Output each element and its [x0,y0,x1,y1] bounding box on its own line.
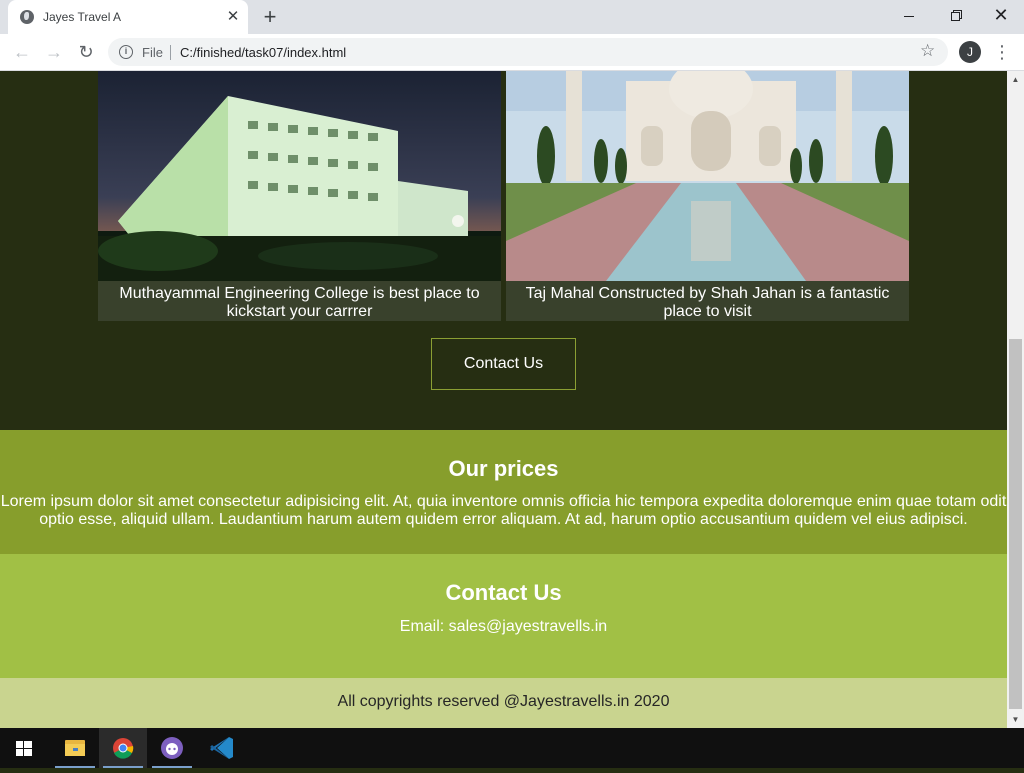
tab-title: Jayes Travel A [43,10,122,24]
profile-avatar[interactable]: J [959,41,981,63]
browser-tab-strip: Jayes Travel A ✕ + ✕ [0,0,1024,34]
prices-section: Our prices Lorem ipsum dolor sit amet co… [0,430,1007,554]
github-desktop-icon[interactable] [148,728,196,768]
browser-toolbar: ← → ↻ i File C:/finished/task07/index.ht… [0,34,1024,71]
address-bar[interactable]: i File C:/finished/task07/index.html ☆ [108,38,948,66]
contact-us-button[interactable]: Contact Us [431,338,576,390]
page-footer: All copyrights reserved @Jayestravells.i… [0,678,1007,728]
scroll-down-arrow-icon[interactable]: ▼ [1007,711,1024,728]
contact-heading: Contact Us [445,580,562,605]
vertical-scrollbar[interactable]: ▲ ▼ [1007,71,1024,728]
omnibox-divider [170,45,171,60]
gallery-caption: Taj Mahal Constructed by Shah Jahan is a… [525,285,890,320]
more-menu-icon[interactable]: ⋮ [993,41,1011,63]
contact-email: Email: sales@jayestravells.in [399,618,608,635]
scrollbar-thumb[interactable] [1009,339,1022,709]
new-tab-button[interactable]: + [258,5,282,29]
reload-button[interactable]: ↻ [74,40,98,64]
gallery-section: Muthayammal Engineering College is best … [0,71,1007,430]
minimize-icon [904,15,914,17]
minimize-button[interactable] [886,0,932,30]
restore-icon [950,11,960,21]
back-button[interactable]: ← [10,40,34,64]
vscode-icon[interactable] [198,728,246,768]
page-viewport: Muthayammal Engineering College is best … [0,71,1007,728]
windows-taskbar [0,728,1024,768]
url-text[interactable]: C:/finished/task07/index.html [180,45,346,60]
browser-tab[interactable]: Jayes Travel A ✕ [8,0,248,34]
college-photo [98,71,501,281]
file-scheme-label: File [142,45,163,60]
prices-heading: Our prices [448,456,559,481]
bookmark-star-icon[interactable]: ☆ [920,41,935,61]
globe-icon [20,10,34,24]
gallery-caption: Muthayammal Engineering College is best … [119,285,480,320]
scroll-up-arrow-icon[interactable]: ▲ [1007,71,1024,88]
prices-text: Lorem ipsum dolor sit amet consectetur a… [0,493,1007,528]
tab-close-icon[interactable]: ✕ [224,8,242,26]
gallery-card-college: Muthayammal Engineering College is best … [98,71,501,321]
info-icon[interactable]: i [119,45,133,59]
restore-button[interactable] [932,0,978,30]
close-window-button[interactable]: ✕ [978,0,1024,30]
forward-button[interactable]: → [42,40,66,64]
windows-start-icon[interactable] [0,728,48,768]
file-explorer-icon[interactable] [51,728,99,768]
taj-mahal-photo [506,71,909,281]
gallery-card-taj-mahal: Taj Mahal Constructed by Shah Jahan is a… [506,71,909,321]
chrome-icon[interactable] [99,728,147,768]
contact-section: Contact Us Email: sales@jayestravells.in [0,554,1007,678]
